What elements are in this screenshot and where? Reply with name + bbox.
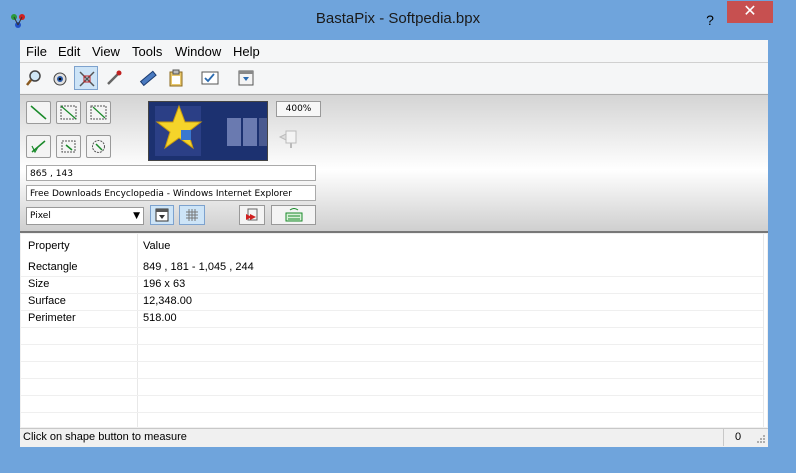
value-cell: 196 x 63 [143, 278, 186, 290]
menu-bar: File Edit View Tools Window Help [20, 40, 768, 63]
eyedropper-icon [107, 70, 122, 85]
eyedropper-tool-button[interactable] [102, 66, 126, 90]
zoom-level[interactable]: 400% [276, 101, 321, 117]
close-button[interactable]: ✕ [727, 1, 773, 23]
window-title: BastaPix - Softpedia.bpx [315, 10, 481, 27]
grid-toggle-button[interactable] [179, 205, 205, 225]
magnifier-icon [26, 70, 41, 86]
magnifier-preview [148, 101, 268, 161]
table-row[interactable]: Perimeter 518.00 [21, 310, 763, 328]
status-bar: Click on shape button to measure 0 [20, 428, 768, 447]
status-count: 0 [723, 429, 752, 446]
crosshair-tool-button[interactable] [74, 66, 98, 90]
status-message: Click on shape button to measure [23, 431, 187, 443]
property-cell: Perimeter [28, 312, 76, 324]
point-measure-button[interactable] [56, 135, 81, 158]
title-bar[interactable]: BastaPix - Softpedia.bpx ? ✕ [0, 0, 796, 38]
snap-window-button[interactable] [150, 205, 174, 225]
property-cell: Rectangle [28, 261, 78, 273]
pin-icon[interactable] [278, 129, 298, 149]
circle-dotted-icon [92, 140, 105, 153]
ruler-tool-button[interactable] [136, 66, 160, 90]
keyboard-button[interactable] [271, 205, 316, 225]
eye-tool-button[interactable] [48, 66, 72, 90]
table-row[interactable]: Surface 12,348.00 [21, 293, 763, 311]
column-header-value[interactable]: Value [143, 240, 170, 252]
properties-table: Property Value Rectangle 849 , 181 - 1,0… [21, 234, 767, 427]
star-icon [149, 102, 267, 160]
property-cell: Surface [28, 295, 66, 307]
angle-arrows-icon [31, 140, 46, 154]
empty-row [21, 395, 763, 413]
checklist-tool-button[interactable] [198, 66, 222, 90]
window-down-icon [155, 208, 169, 222]
point-rectangle-icon [61, 140, 76, 153]
empty-row [21, 327, 763, 345]
grid-icon [186, 209, 198, 221]
application-window: BastaPix - Softpedia.bpx ? ✕ File Edit V… [0, 0, 796, 473]
ruler-icon [139, 70, 157, 87]
menu-tools[interactable]: Tools [132, 44, 162, 59]
clipboard-icon [169, 69, 183, 87]
empty-row [21, 344, 763, 362]
property-cell: Size [28, 278, 50, 290]
menu-help[interactable]: Help [233, 44, 260, 59]
measure-panel: 400% 865 , 143 Free Downloads Encycloped… [20, 94, 768, 233]
magnifier-tool-button[interactable] [22, 66, 46, 90]
eye-icon [53, 72, 67, 86]
checklist-icon [201, 71, 219, 85]
value-cell: 518.00 [143, 312, 177, 324]
rectangle-diagonal-icon [60, 105, 77, 120]
menu-edit[interactable]: Edit [58, 44, 80, 59]
value-cell: 849 , 181 - 1,045 , 244 [143, 261, 254, 273]
table-row[interactable]: Size 196 x 63 [21, 276, 763, 294]
resize-grip-icon[interactable] [756, 434, 766, 444]
angle-measure-button[interactable] [26, 135, 51, 158]
unit-select-value: Pixel [30, 211, 51, 221]
empty-row [21, 378, 763, 396]
column-divider-right [763, 234, 764, 427]
unit-select[interactable]: Pixel ▼ [26, 207, 144, 225]
chevron-down-icon: ▼ [133, 211, 140, 221]
value-cell: 12,348.00 [143, 295, 192, 307]
window-capture-tool-button[interactable] [234, 66, 258, 90]
menu-view[interactable]: View [92, 44, 120, 59]
ellipse-diagonal-icon [90, 105, 107, 120]
empty-row [21, 412, 763, 429]
rectangle-measure-button[interactable] [56, 101, 81, 124]
keyboard-icon [285, 208, 303, 222]
window-capture-icon [238, 70, 254, 86]
record-icon [246, 208, 258, 221]
window-caption-field: Free Downloads Encyclopedia - Windows In… [26, 185, 316, 201]
help-button[interactable]: ? [697, 10, 723, 30]
record-button[interactable] [239, 205, 265, 225]
menu-window[interactable]: Window [175, 44, 221, 59]
circle-measure-button[interactable] [86, 135, 111, 158]
clipboard-tool-button[interactable] [164, 66, 188, 90]
line-measure-button[interactable] [26, 101, 51, 124]
client-area: File Edit View Tools Window Help 400% 86… [20, 40, 768, 447]
menu-file[interactable]: File [26, 44, 47, 59]
diagonal-line-icon [30, 105, 47, 120]
column-header-property[interactable]: Property [28, 240, 70, 252]
empty-row [21, 361, 763, 379]
toolbar [20, 63, 768, 93]
table-row[interactable]: Rectangle 849 , 181 - 1,045 , 244 [21, 259, 763, 277]
coordinates-field: 865 , 143 [26, 165, 316, 181]
crosshair-icon [79, 71, 95, 87]
ellipse-measure-button[interactable] [86, 101, 111, 124]
